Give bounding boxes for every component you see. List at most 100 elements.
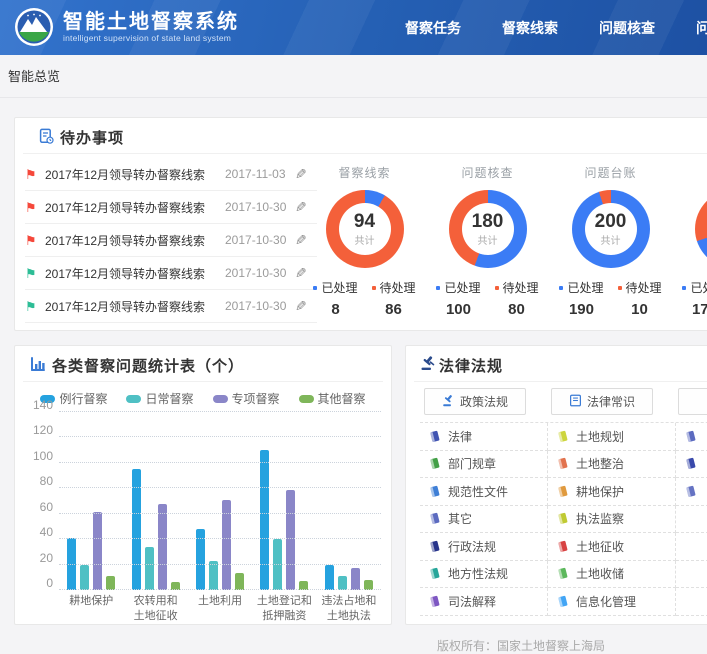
law-item[interactable] [676, 423, 707, 451]
gridline [59, 513, 381, 514]
book-icon [428, 595, 441, 608]
legend-item-其他督察[interactable]: 其他督察 [299, 390, 366, 407]
top-nav: 督察任务 督察线索 问题核查 问题台账 [405, 0, 707, 55]
law-item-土地规划[interactable]: 土地规划 [548, 423, 676, 451]
law-item-土地整治[interactable]: 土地整治 [548, 451, 676, 479]
book-icon [428, 567, 441, 580]
gavel-icon [442, 394, 455, 410]
law-item-地方性法规[interactable]: 地方性法规 [420, 561, 548, 589]
law-item-土地征收[interactable]: 土地征收 [548, 533, 676, 561]
todo-row: ⚑2017年12月领导转办督察线索2017-11-03✎ [25, 158, 317, 191]
donut-chart: 200共计 [572, 190, 650, 268]
bar-专项督察 [158, 504, 167, 590]
bar-chart-title: 各类督察问题统计表（个） [52, 355, 244, 376]
legend-item-专项督察[interactable]: 专项督察 [213, 390, 280, 407]
law-item-label: 信息化管理 [576, 593, 636, 610]
law-item-label: 部门规章 [448, 455, 496, 472]
y-tick-label: 20 [21, 551, 53, 565]
stat-pending-label: 待处理 [380, 279, 416, 296]
gavel-icon [420, 355, 436, 371]
nav-item-督察任务[interactable]: 督察任务 [405, 18, 461, 38]
legend-dot-icon [618, 286, 622, 290]
law-item-法律[interactable]: 法律 [420, 423, 548, 451]
law-item-耕地保护[interactable]: 耕地保护 [548, 478, 676, 506]
stat-pending-label: 待处理 [626, 279, 662, 296]
todo-item-text: 2017年12月领导转办督察线索 [45, 232, 225, 249]
book-icon [428, 457, 441, 470]
stat-pending-value: 86 [385, 301, 402, 318]
todo-doc-icon [38, 128, 54, 144]
x-axis-label: 农转用和 土地征收 [123, 594, 187, 624]
law-item-label: 地方性法规 [448, 565, 508, 582]
legend-item-日常督察[interactable]: 日常督察 [126, 390, 193, 407]
stat-card: 问题核查180共计已处理100待处理80 [426, 164, 549, 318]
bar-专项督察 [93, 512, 102, 590]
todo-item-date: 2017-11-03 [225, 167, 295, 181]
stat-pending-value: 80 [508, 301, 525, 318]
legend-label: 其他督察 [318, 390, 366, 407]
law-tab-label: 政策法规 [460, 393, 508, 410]
law-item-label: 土地规划 [576, 428, 624, 445]
law-item-label: 司法解释 [448, 593, 496, 610]
stat-processed-value: 100 [446, 301, 471, 318]
bar-chart-legend: 例行督察日常督察专项督察其他督察 [15, 390, 391, 407]
nav-item-督察线索[interactable]: 督察线索 [502, 18, 558, 38]
gridline [59, 462, 381, 463]
bar-其他督察 [235, 573, 244, 590]
book-icon [684, 485, 697, 498]
todo-row: ⚑2017年12月领导转办督察线索2017-10-30✎ [25, 224, 317, 257]
x-axis-label: 土地利用 [188, 594, 252, 624]
laws-card: 法律法规 政策法规法律常识 法律土地规划部门规章土地整治规范性文件耕地保护其它执… [405, 345, 707, 625]
law-item-土地收储[interactable]: 土地收储 [548, 561, 676, 589]
law-item-其它[interactable]: 其它 [420, 506, 548, 534]
law-item-司法解释[interactable]: 司法解释 [420, 588, 548, 616]
law-item[interactable] [676, 478, 707, 506]
book-icon [556, 595, 569, 608]
gridline [59, 538, 381, 539]
law-tab-政策法规[interactable]: 政策法规 [424, 388, 526, 415]
stat-processed-value: 175 [692, 301, 707, 318]
todo-card-title: 待办事项 [60, 127, 124, 148]
page: 智能土地督察系统 intelligent supervision of stat… [0, 0, 707, 648]
book-icon [556, 540, 569, 553]
stat-card: 督察线索94共计已处理8待处理86 [303, 164, 426, 318]
todo-item-text: 2017年12月领导转办督察线索 [45, 265, 225, 282]
law-item-信息化管理[interactable]: 信息化管理 [548, 588, 676, 616]
stat-processed: 已处理190 [559, 279, 603, 318]
x-axis-label: 土地登记和 抵押融资 [252, 594, 316, 624]
law-item[interactable] [676, 451, 707, 479]
y-tick-label: 140 [21, 398, 53, 412]
stat-processed-label: 已处理 [444, 279, 480, 296]
y-tick-label: 60 [21, 500, 53, 514]
law-item-行政法规[interactable]: 行政法规 [420, 533, 548, 561]
breadcrumb: 智能总览 [8, 66, 60, 85]
stats-row: 督察线索94共计已处理8待处理86问题核查180共计已处理100待处理80问题台… [303, 164, 707, 318]
law-item-执法监察[interactable]: 执法监察 [548, 506, 676, 534]
law-tab-法律常识[interactable]: 法律常识 [551, 388, 653, 415]
stat-processed-label: 已处理 [690, 279, 707, 296]
nav-item-问题台账[interactable]: 问题台账 [696, 18, 707, 38]
app-logo[interactable]: 智能土地督察系统 intelligent supervision of stat… [14, 7, 239, 47]
stat-total-value: 94 [354, 212, 375, 232]
law-item-label: 其它 [448, 510, 472, 527]
law-item-部门规章[interactable]: 部门规章 [420, 451, 548, 479]
y-tick-label: 100 [21, 449, 53, 463]
book-icon [428, 485, 441, 498]
law-cell-empty [676, 533, 707, 561]
nav-item-问题核查[interactable]: 问题核查 [599, 18, 655, 38]
x-axis-label: 违法占地和 土地执法 [317, 594, 381, 624]
book-icon [428, 512, 441, 525]
stat-total-label: 共计 [478, 232, 498, 247]
bar-其他督察 [106, 576, 115, 590]
law-item-label: 行政法规 [448, 538, 496, 555]
book-icon [556, 457, 569, 470]
law-item-规范性文件[interactable]: 规范性文件 [420, 478, 548, 506]
flag-icon: ⚑ [25, 168, 45, 181]
y-tick-label: 40 [21, 525, 53, 539]
donut-chart: 共计 [695, 190, 707, 268]
book-icon [428, 430, 441, 443]
y-tick-label: 120 [21, 423, 53, 437]
bar-日常督察 [209, 561, 218, 590]
law-tab-2[interactable] [678, 388, 707, 415]
bar-例行督察 [325, 565, 334, 590]
